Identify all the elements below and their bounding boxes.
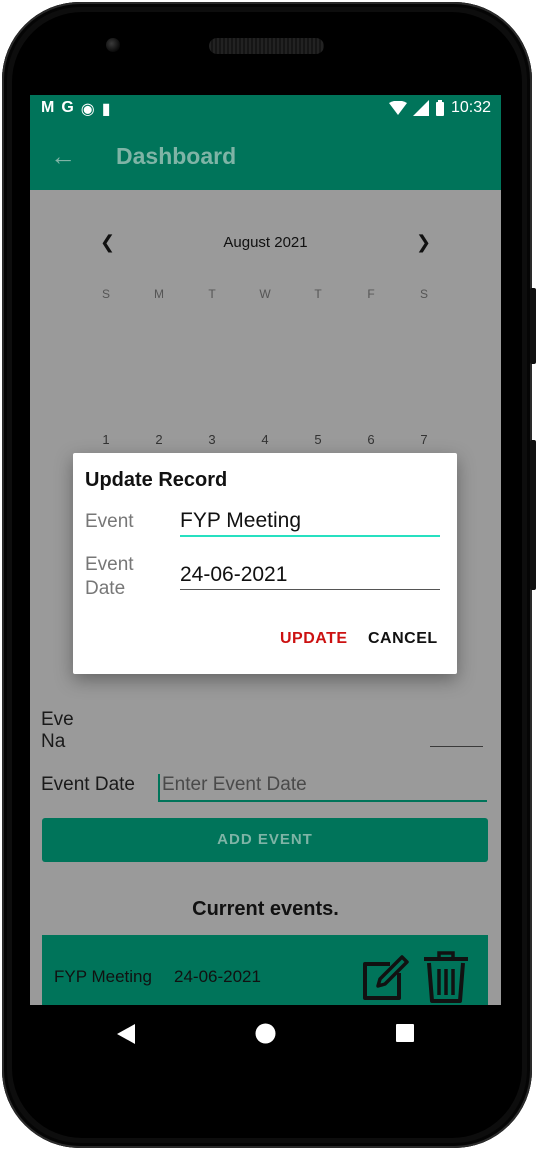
dialog-event-label: Event — [85, 511, 134, 532]
event-date-label: Event Date — [41, 774, 135, 795]
calendar-day[interactable]: 7 — [404, 432, 444, 447]
calendar-day[interactable]: 6 — [351, 432, 391, 447]
weekday-label: S — [419, 287, 428, 301]
event-name: FYP Meeting — [54, 967, 152, 986]
event-name-label: Eve Na — [41, 709, 74, 752]
update-record-dialog: Update Record Event FYP Meeting Event Da… — [73, 453, 457, 674]
weekday-label: T — [314, 287, 322, 301]
system-icons: 10:32 — [388, 99, 491, 117]
weekday-label: M — [154, 287, 164, 301]
system-navigation-bar — [30, 1005, 501, 1063]
power-button — [530, 288, 536, 364]
weekday-label: W — [259, 287, 271, 301]
front-camera — [106, 38, 120, 52]
calendar-day[interactable]: 1 — [86, 432, 126, 447]
page-title: Dashboard — [116, 143, 237, 169]
edit-icon[interactable] — [360, 952, 410, 1002]
calendar-day[interactable]: 5 — [298, 432, 338, 447]
calendar-day[interactable]: 4 — [245, 432, 285, 447]
signal-icon — [412, 100, 429, 116]
calendar-day[interactable]: 2 — [139, 432, 179, 447]
circle-home-icon[interactable] — [255, 1023, 276, 1044]
sd-card-icon: ▮ — [101, 101, 111, 118]
app-bar: ← Dashboard — [30, 123, 501, 190]
event-list-item[interactable]: FYP Meeting 24-06-2021 — [42, 935, 488, 1005]
square-recents-icon[interactable] — [396, 1024, 414, 1042]
calendar-day[interactable]: 3 — [192, 432, 232, 447]
status-time: 10:32 — [450, 99, 491, 116]
add-event-button[interactable]: ADD EVENT — [42, 818, 488, 862]
dialog-date-label: Event Date — [85, 554, 134, 599]
event-date: 24-06-2021 — [174, 967, 261, 986]
dialog-date-input[interactable]: 24-06-2021 — [180, 563, 440, 590]
events-heading: Current events. — [192, 898, 339, 920]
chevron-right-icon[interactable]: ❯ — [416, 232, 431, 253]
event-name-input[interactable] — [430, 738, 483, 747]
battery-icon — [435, 100, 444, 116]
sync-icon: ◉ — [80, 101, 95, 118]
event-date-input[interactable]: Enter Event Date — [158, 774, 487, 802]
dialog-title: Update Record — [85, 469, 228, 491]
weekday-label: F — [367, 287, 375, 301]
triangle-back-icon[interactable] — [117, 1024, 135, 1044]
notification-icons: M G ◉ ▮ — [41, 99, 111, 119]
earpiece-speaker — [209, 38, 324, 54]
cancel-button[interactable]: CANCEL — [368, 630, 438, 648]
trash-icon[interactable] — [422, 950, 470, 1004]
wifi-icon — [388, 101, 407, 115]
dialog-event-input[interactable]: FYP Meeting — [180, 509, 440, 537]
volume-button — [530, 440, 536, 590]
google-icon: G — [61, 99, 74, 116]
weekday-label: S — [101, 287, 110, 301]
back-arrow-icon[interactable]: ← — [50, 143, 76, 169]
weekday-label: T — [208, 287, 216, 301]
update-button[interactable]: UPDATE — [280, 630, 348, 648]
gmail-icon: M — [41, 99, 55, 116]
status-bar: M G ◉ ▮ 10:32 — [30, 95, 501, 123]
